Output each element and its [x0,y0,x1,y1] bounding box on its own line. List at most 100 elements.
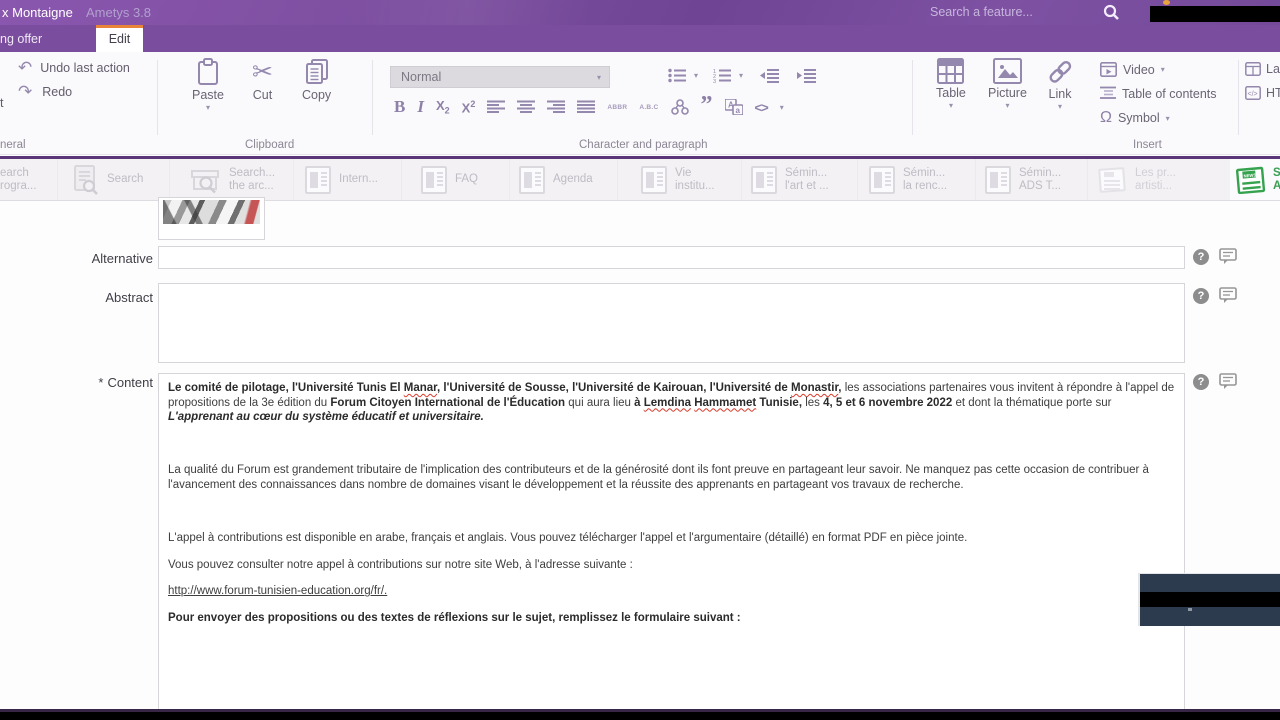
link-button[interactable]: Link ▾ [1046,58,1074,111]
feature-search-input[interactable]: Search a feature... [930,5,1033,19]
cut-button[interactable]: ✂ Cut [252,58,273,102]
alternative-input[interactable] [158,246,1185,269]
app-version: Ametys 3.8 [86,5,152,20]
picture-icon [992,58,1022,84]
language-button[interactable]: Aa [724,99,743,115]
picture-button[interactable]: Picture ▾ [988,58,1027,110]
paragraph-style-select[interactable]: Normal ▾ [390,66,610,88]
symbol-caret[interactable]: ▾ [1166,114,1170,123]
abstract-textarea[interactable] [158,283,1185,363]
archive-search-icon [190,165,222,195]
notification-dot [1163,0,1170,5]
content-editor-text: Le comité de pilotage, l'Université Tuni… [168,382,1175,624]
page-icon [420,165,448,194]
content-editor[interactable]: Le comité de pilotage, l'Université Tuni… [158,373,1185,710]
abbreviation-button[interactable]: ABBR [607,104,627,111]
group-divider [912,60,913,135]
redo-button[interactable]: ↷ Redo [18,82,72,101]
paste-icon [195,58,221,86]
content-tab-seminaire-ads[interactable]: Sémin... ADS T... [978,159,1088,200]
chevron-down-icon: ▾ [596,73,601,82]
tab-training-offer[interactable]: ng offer [0,32,42,46]
tab-edit[interactable]: Edit [96,25,143,52]
content-tab-search[interactable]: Search [66,159,170,200]
help-icon[interactable]: ? [1193,288,1209,304]
redacted-user-area [1150,6,1280,22]
align-center-button[interactable] [517,100,536,114]
page-icon [868,165,896,194]
cut-icon: ✂ [252,58,273,86]
comment-icon[interactable] [1219,248,1237,265]
table-caret[interactable]: ▾ [949,101,953,110]
symbol-button[interactable]: Ω Symbol ▾ [1100,110,1170,126]
content-tab-seminaire-ads-active[interactable]: NEWS SéAD [1230,159,1280,200]
illustration-field[interactable] [158,197,265,240]
content-tab-search-archives[interactable]: Search... the arc... [184,159,294,200]
content-tab-seminaire-rencontre[interactable]: Sémin... la renc... [862,159,976,200]
news-icon-green: NEWS [1236,166,1266,194]
bullet-list-button[interactable] [668,68,687,83]
acronym-button[interactable]: A.B.C [639,104,658,111]
table-of-contents-button[interactable]: Table of contents [1100,86,1217,101]
paste-dropdown-caret[interactable]: ▾ [206,103,210,112]
align-left-button[interactable] [487,100,506,114]
content-tab-vie-institutionnelle[interactable]: Vie institu... [634,159,742,200]
svg-text:a: a [735,106,740,115]
content-tab-agenda[interactable]: Agenda [512,159,618,200]
page-icon [750,165,778,194]
paste-button[interactable]: Paste ▾ [192,58,224,112]
layout-button[interactable]: La [1245,62,1280,76]
video-icon [1100,62,1117,77]
copy-icon [304,58,330,86]
bullet-list-caret[interactable]: ▾ [694,71,698,80]
video-caret[interactable]: ▾ [1161,65,1165,74]
svg-text:</>: </> [1248,91,1258,98]
help-icon[interactable]: ? [1193,374,1209,390]
indent-button[interactable] [797,68,817,83]
link-icon [1046,58,1074,85]
required-marker: * [98,375,104,390]
titlebar: x Montaigne Ametys 3.8 Search a feature.… [0,0,1280,25]
content-tab-faq[interactable]: FAQ [414,159,510,200]
search-icon[interactable] [1103,4,1120,21]
table-button[interactable]: Table ▾ [936,58,966,110]
link-caret[interactable]: ▾ [1058,102,1062,111]
table-icon [937,58,965,84]
content-tab-seminaire-art[interactable]: Sémin... l'art et ... [744,159,858,200]
content-tab-intern[interactable]: Intern... [298,159,402,200]
page-icon [304,165,332,194]
picture-caret[interactable]: ▾ [1005,101,1009,110]
comment-icon[interactable] [1219,287,1237,304]
content-tab-les-pratiques-artistiques[interactable]: Les pr... artisti... [1092,159,1204,200]
help-icon[interactable]: ? [1193,249,1209,265]
content-form: Alternative ? Abstract ? * Content Le com… [0,197,1280,710]
app-title: x Montaigne [2,5,73,20]
justify-button[interactable] [577,100,596,114]
content-tab-clipped[interactable]: earch rogra... [0,159,58,200]
bold-button[interactable]: B [394,97,405,117]
comment-icon[interactable] [1219,373,1237,390]
source-code-button[interactable]: <> [755,100,769,115]
numbered-list-caret[interactable]: ▾ [739,71,743,80]
numbered-list-button[interactable]: 123 [713,68,732,83]
subscript-button[interactable]: X2 [436,98,450,116]
redo-icon: ↷ [18,82,33,101]
ametys-cms-window: x Montaigne Ametys 3.8 Search a feature.… [0,0,1280,720]
outdent-button[interactable] [760,68,780,83]
special-characters-button[interactable] [670,99,689,115]
group-divider [1238,60,1239,135]
blockquote-button[interactable]: ” [701,93,713,117]
undo-button[interactable]: ↶ Undo last action [18,59,130,76]
layout-icon [1245,62,1261,76]
group-label-clipboard: Clipboard [245,139,295,151]
copy-button[interactable]: Copy [302,58,331,102]
html-source-button[interactable]: </> HT [1245,86,1280,100]
video-button[interactable]: Video ▾ [1100,62,1165,77]
source-code-caret[interactable]: ▾ [780,103,784,112]
superscript-button[interactable]: X2 [462,99,476,115]
italic-button[interactable]: I [417,97,424,117]
clipped-button-fragment: t [0,96,4,110]
group-label-insert: Insert [1133,139,1162,151]
ribbon-tab-row: ng offer Edit [0,25,1280,52]
align-right-button[interactable] [547,100,566,114]
